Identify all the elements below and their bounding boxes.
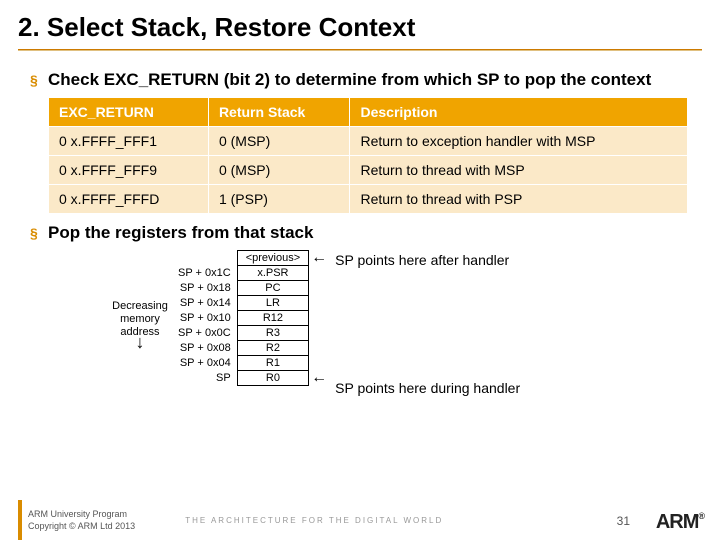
- slide: 2. Select Stack, Restore Context § Check…: [0, 0, 720, 540]
- footer-line: ARM University Program: [28, 509, 127, 519]
- table-row: 0 x.FFFF_FFFD 1 (PSP) Return to thread w…: [49, 185, 688, 214]
- table-header: Return Stack: [208, 98, 350, 127]
- stack-addr: SP + 0x04: [170, 356, 237, 371]
- bullet-item: § Check EXC_RETURN (bit 2) to determine …: [30, 69, 700, 91]
- table-cell: 1 (PSP): [208, 185, 350, 214]
- stack-addr: SP: [170, 371, 237, 386]
- arm-logo: ARM®: [656, 511, 704, 534]
- table-cell: Return to thread with PSP: [350, 185, 688, 214]
- stack-cell: <previous>: [237, 251, 308, 266]
- stack-addr: SP + 0x10: [170, 311, 237, 326]
- stack-cell: R0: [237, 371, 308, 386]
- footer-accent-bar: [18, 500, 22, 540]
- exc-return-table: EXC_RETURN Return Stack Description 0 x.…: [48, 97, 688, 214]
- stack-cell: R12: [237, 311, 308, 326]
- annotation: SP points here during handler: [335, 380, 520, 396]
- stack-diagram: Decreasing memory address ↓ <previous>← …: [110, 250, 700, 396]
- table-cell: Return to thread with MSP: [350, 156, 688, 185]
- annotation-column: SP points here after handler SP points h…: [329, 250, 520, 396]
- table-header-row: EXC_RETURN Return Stack Description: [49, 98, 688, 127]
- table-row: 0 x.FFFF_FFF1 0 (MSP) Return to exceptio…: [49, 127, 688, 156]
- annotation: SP points here after handler: [335, 252, 520, 268]
- footer-line: Copyright © ARM Ltd 2013: [28, 521, 135, 531]
- stack-addr: SP + 0x14: [170, 296, 237, 311]
- page-number: 31: [617, 514, 630, 528]
- arrow-left-icon: ←: [309, 371, 330, 386]
- bullet-text: Check EXC_RETURN (bit 2) to determine fr…: [48, 69, 651, 91]
- stack-cell: R3: [237, 326, 308, 341]
- content-area: § Check EXC_RETURN (bit 2) to determine …: [0, 51, 720, 396]
- bullet-icon: §: [30, 222, 48, 244]
- stack-cell: LR: [237, 296, 308, 311]
- table-cell: 0 (MSP): [208, 156, 350, 185]
- footer-tagline: THE ARCHITECTURE FOR THE DIGITAL WORLD: [185, 516, 443, 525]
- table-row: 0 x.FFFF_FFF9 0 (MSP) Return to thread w…: [49, 156, 688, 185]
- table-cell: 0 x.FFFF_FFF1: [49, 127, 209, 156]
- memory-direction-label: Decreasing memory address ↓: [110, 250, 170, 352]
- table-header: EXC_RETURN: [49, 98, 209, 127]
- bullet-item: § Pop the registers from that stack: [30, 222, 700, 244]
- stack-addr: SP + 0x1C: [170, 266, 237, 281]
- stack-addr: SP + 0x0C: [170, 326, 237, 341]
- stack-addr: SP + 0x18: [170, 281, 237, 296]
- bullet-icon: §: [30, 69, 48, 91]
- bullet-text: Pop the registers from that stack: [48, 222, 313, 244]
- arrow-down-icon: ↓: [136, 332, 145, 352]
- stack-layout-table: <previous>← SP + 0x1Cx.PSR SP + 0x18PC S…: [170, 250, 329, 386]
- stack-cell: PC: [237, 281, 308, 296]
- annotation-text: SP points here after handler: [335, 252, 509, 268]
- label-text: memory: [120, 313, 160, 325]
- annotation-text: SP points here during handler: [335, 380, 520, 396]
- stack-addr: SP + 0x08: [170, 341, 237, 356]
- arrow-left-icon: ←: [309, 251, 330, 266]
- table-cell: 0 x.FFFF_FFF9: [49, 156, 209, 185]
- table-cell: Return to exception handler with MSP: [350, 127, 688, 156]
- slide-footer: ARM University Program Copyright © ARM L…: [0, 500, 720, 540]
- stack-cell: R1: [237, 356, 308, 371]
- label-text: Decreasing: [112, 300, 168, 312]
- stack-addr: [170, 251, 237, 266]
- page-title: 2. Select Stack, Restore Context: [0, 0, 720, 49]
- table-cell: 0 (MSP): [208, 127, 350, 156]
- stack-cell: x.PSR: [237, 266, 308, 281]
- stack-cell: R2: [237, 341, 308, 356]
- table-cell: 0 x.FFFF_FFFD: [49, 185, 209, 214]
- table-header: Description: [350, 98, 688, 127]
